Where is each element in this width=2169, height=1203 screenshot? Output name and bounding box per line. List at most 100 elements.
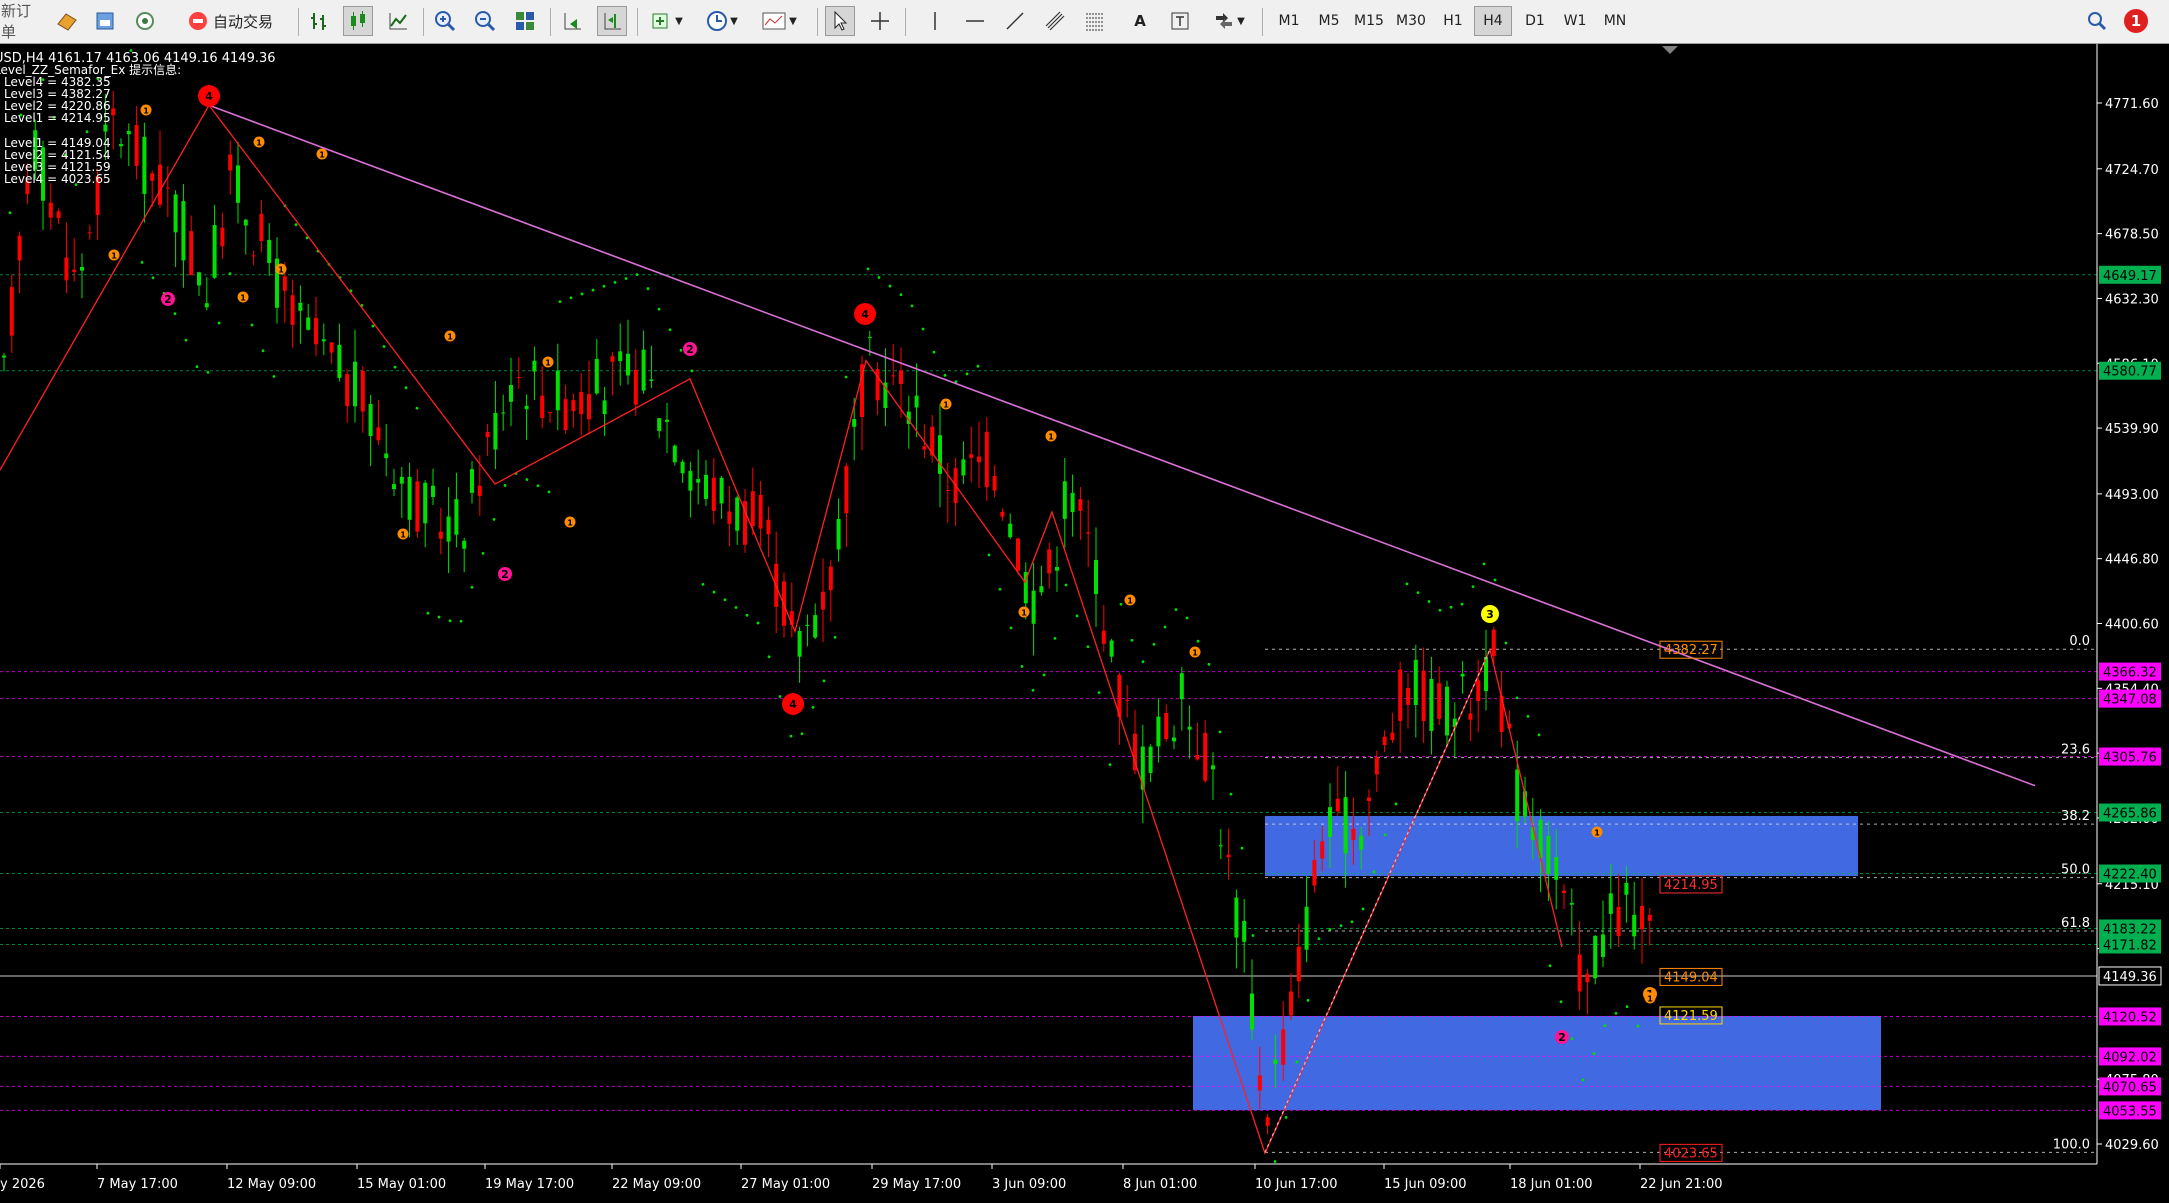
candle-body (1546, 835, 1551, 875)
sar-dot (1394, 802, 1398, 806)
zoom-in-icon[interactable] (430, 6, 460, 36)
candle-body (306, 317, 311, 330)
sar-dot (701, 582, 705, 586)
chevron-down-icon: ▼ (1237, 15, 1245, 27)
candle-body (462, 540, 467, 549)
candle-body (1047, 549, 1052, 574)
fib-level-label: 0.0 (2069, 634, 2090, 649)
candle-body (1203, 732, 1208, 781)
bar-chart-icon[interactable] (305, 6, 335, 36)
candle-body (641, 349, 646, 391)
arrows-dropdown[interactable]: ▼ (1205, 6, 1253, 36)
cursor-tool[interactable] (825, 6, 855, 36)
candle-body (212, 225, 217, 278)
order-icon[interactable] (52, 6, 82, 36)
new-order-button[interactable]: 新订单 (0, 2, 46, 41)
candle-body (758, 494, 763, 529)
semafor-marker-label: 1 (943, 401, 949, 410)
sar-dot (393, 365, 397, 369)
notifications-button[interactable]: 1 (2118, 6, 2154, 36)
sar-dot (1295, 1060, 1299, 1064)
candle-body (548, 412, 552, 414)
crosshair-tool[interactable] (865, 6, 895, 36)
indicators-dropdown[interactable]: ▼ (645, 6, 689, 36)
zoom-out-icon[interactable] (470, 6, 500, 36)
fib-level-label: 38.2 (2061, 809, 2090, 824)
sar-dot (646, 287, 650, 290)
candle-body (1109, 640, 1114, 657)
candle-body (1281, 1029, 1286, 1065)
sar-dot (1636, 1024, 1640, 1028)
candle-body (290, 295, 295, 325)
sar-dot (1537, 733, 1541, 737)
candle-body (236, 165, 240, 203)
sar-dot (261, 349, 265, 353)
sar-dot (1284, 1115, 1288, 1119)
auto-scroll-icon[interactable] (557, 6, 587, 36)
sar-dot (558, 300, 562, 304)
candle-body (1101, 630, 1106, 644)
level-label: 4023.65 (1664, 1146, 1718, 1161)
timeframe-h4[interactable]: H4 (1474, 6, 1512, 36)
timeframe-m30[interactable]: M30 (1392, 6, 1430, 36)
sar-dot (1383, 833, 1387, 837)
candle-body (1554, 856, 1559, 880)
sar-dot (1009, 626, 1013, 630)
candle-body (103, 124, 108, 132)
auto-trade-button[interactable]: 自动交易 (170, 6, 290, 36)
trendline-tool[interactable] (1000, 6, 1030, 36)
candle-body (72, 269, 77, 272)
fibonacci-tool[interactable] (1080, 6, 1110, 36)
sar-dot (382, 345, 386, 348)
timeframe-m5[interactable]: M5 (1310, 6, 1348, 36)
candle-body (836, 518, 841, 550)
candle-body (516, 377, 521, 379)
candle-body (384, 453, 389, 459)
price-chart[interactable]: 44432222111111111111111111 4771.604724.7… (0, 44, 2169, 1203)
chart-shift-icon[interactable] (597, 6, 627, 36)
candle-body (345, 374, 350, 407)
history-icon[interactable] (90, 6, 120, 36)
clock-icon (707, 11, 728, 31)
sar-dot (734, 606, 738, 609)
candle-body (134, 124, 139, 166)
channel-tool[interactable] (1040, 6, 1070, 36)
sar-dot (1504, 641, 1508, 645)
candle-body (961, 459, 966, 476)
price-tag-label: 4222.40 (2103, 868, 2157, 883)
sar-dot (1339, 924, 1343, 928)
sar-dot (767, 655, 771, 659)
timeframe-mn[interactable]: MN (1596, 6, 1634, 36)
price-tag-label: 4649.17 (2103, 269, 2157, 284)
horizontal-line-tool[interactable] (960, 6, 990, 36)
timeframe-m1[interactable]: M1 (1270, 6, 1308, 36)
timeframe-m15[interactable]: M15 (1350, 6, 1388, 36)
tile-windows-icon[interactable] (510, 6, 540, 36)
timeframe-d1[interactable]: D1 (1516, 6, 1554, 36)
candle-body (587, 394, 591, 420)
candle-body (1437, 683, 1442, 719)
candlestick-icon[interactable] (343, 6, 373, 36)
signals-icon[interactable] (130, 6, 160, 36)
candle-body (1195, 754, 1200, 760)
candle-body (555, 370, 560, 411)
line-chart-icon[interactable] (383, 6, 413, 36)
candle-body (1039, 586, 1044, 593)
candle-body (626, 353, 630, 376)
candle-body (1218, 845, 1223, 847)
timeframe-h1[interactable]: H1 (1434, 6, 1472, 36)
templates-dropdown[interactable]: ▼ (755, 6, 803, 36)
candle-body (111, 108, 116, 116)
upper-level-info: Level1 = 4214.95 (4, 111, 111, 125)
price-axis-label: 4771.60 (2105, 97, 2159, 112)
text-label-tool[interactable] (1165, 6, 1195, 36)
timeframe-w1[interactable]: W1 (1556, 6, 1594, 36)
periods-dropdown[interactable]: ▼ (700, 6, 744, 36)
candle-body (56, 211, 61, 219)
text-tool[interactable]: A (1125, 6, 1155, 36)
semafor-marker-label: 1 (545, 359, 551, 368)
search-button[interactable] (2082, 6, 2112, 36)
vertical-line-tool[interactable] (920, 6, 950, 36)
crosshair-icon (871, 12, 889, 30)
candle-body (337, 344, 342, 378)
